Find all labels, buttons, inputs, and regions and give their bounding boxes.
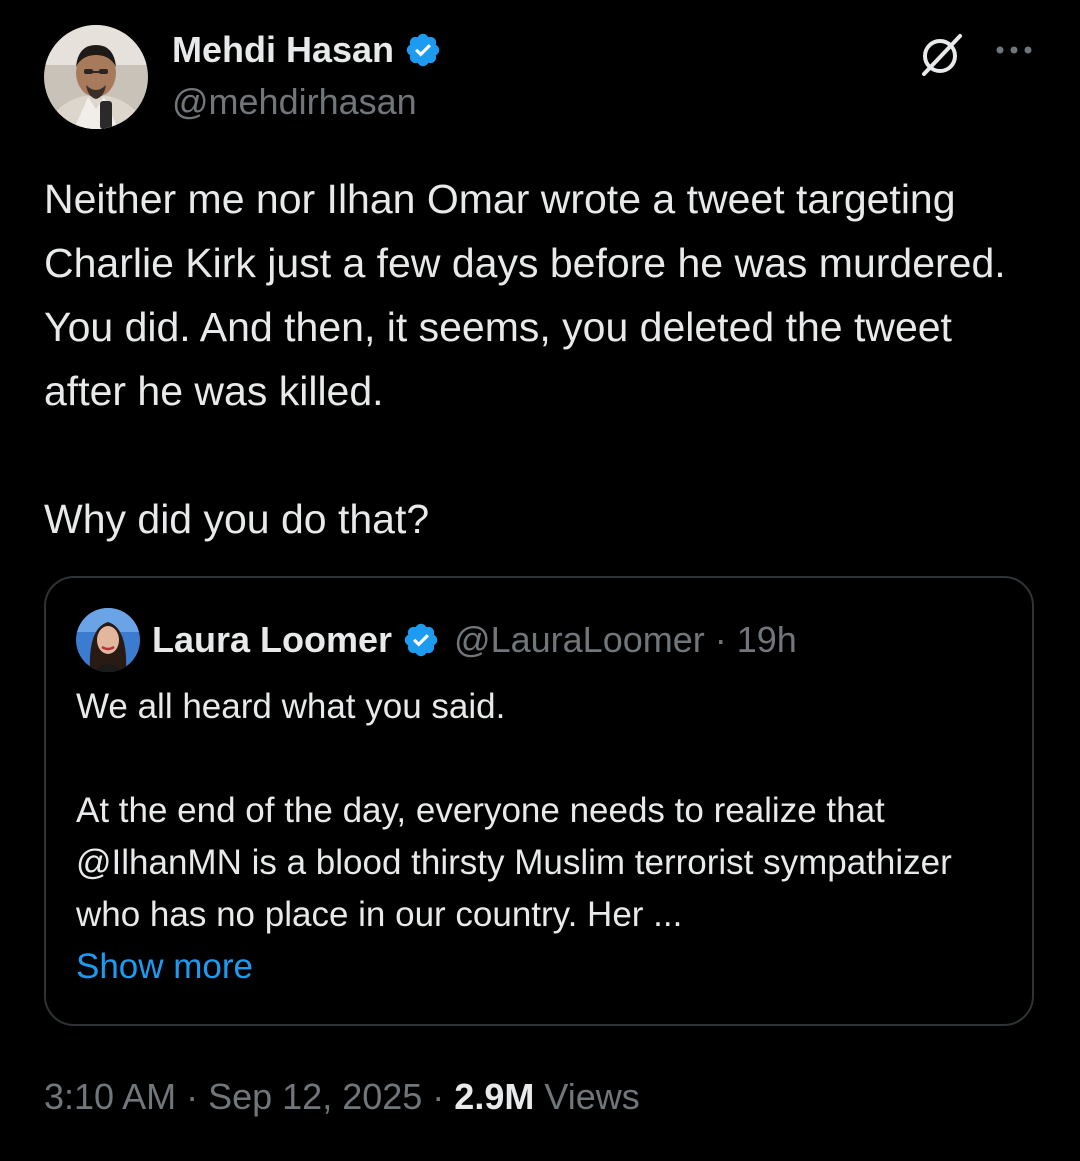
quoted-paragraph: At the end of the day, everyone needs to… <box>76 791 952 934</box>
tweet-meta: 3:10 AM · Sep 12, 2025 · 2.9M Views <box>44 1073 640 1121</box>
author-avatar[interactable] <box>44 25 148 129</box>
verified-badge-icon <box>406 33 440 67</box>
verified-badge-icon <box>404 623 438 657</box>
grok-icon[interactable] <box>918 30 966 78</box>
author-name[interactable]: Mehdi Hasan <box>172 28 394 72</box>
views-count[interactable]: 2.9M <box>454 1076 534 1117</box>
quoted-tweet-text: We all heard what you said. At the end o… <box>76 681 1016 993</box>
separator-dot: · <box>422 1076 455 1117</box>
quoted-author-avatar[interactable] <box>76 608 140 672</box>
quoted-tweet-card[interactable]: Laura Loomer @LauraLoomer · 19h We all h… <box>44 576 1034 1026</box>
tweet-time[interactable]: 3:10 AM <box>44 1076 176 1117</box>
author-name-row[interactable]: Mehdi Hasan <box>172 28 442 72</box>
quoted-author-handle[interactable]: @LauraLoomer <box>454 616 705 664</box>
show-more-link[interactable]: Show more <box>76 941 1016 993</box>
quoted-author-name[interactable]: Laura Loomer <box>152 616 392 664</box>
author-handle[interactable]: @mehdirhasan <box>172 80 417 124</box>
quoted-tweet-time[interactable]: 19h <box>737 616 797 664</box>
separator-dot: · <box>176 1076 209 1117</box>
quoted-tweet-header: Laura Loomer @LauraLoomer · 19h <box>152 616 797 664</box>
quoted-paragraph: We all heard what you said. <box>76 687 506 726</box>
tweet-paragraph: Why did you do that? <box>44 496 430 542</box>
tweet-text: Neither me nor Ilhan Omar wrote a tweet … <box>44 167 1044 551</box>
separator-dot: · <box>714 619 727 660</box>
tweet-date[interactable]: Sep 12, 2025 <box>208 1076 422 1117</box>
views-label: Views <box>534 1076 640 1117</box>
more-icon[interactable] <box>994 38 1034 62</box>
tweet-paragraph: Neither me nor Ilhan Omar wrote a tweet … <box>44 176 1006 414</box>
